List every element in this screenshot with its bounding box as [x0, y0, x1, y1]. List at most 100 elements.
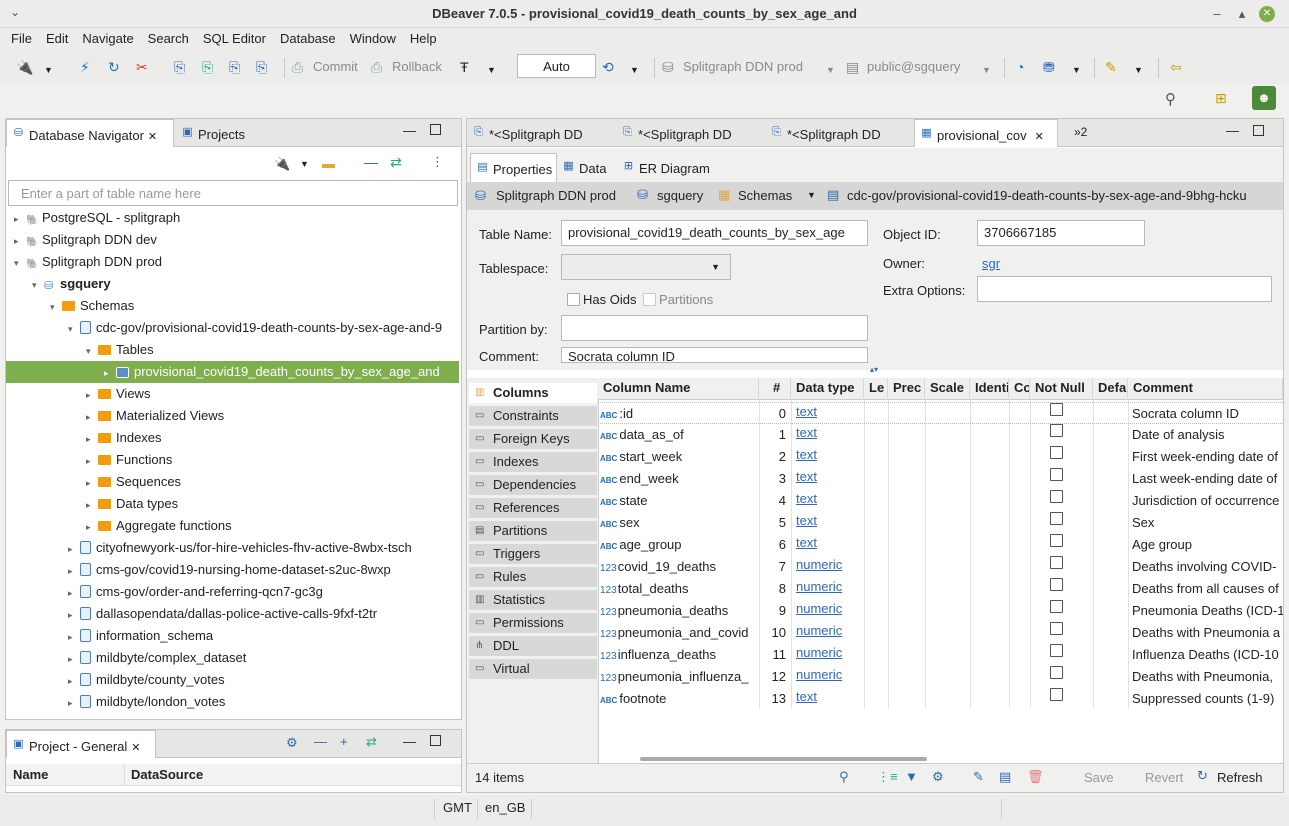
dropdown-icon[interactable]: ▼: [1072, 62, 1081, 78]
table-row[interactable]: 123total_deaths 8 numeric Deaths from all c…: [598, 578, 1283, 600]
tree-item[interactable]: ▸ Data types: [6, 493, 178, 515]
minimize-icon[interactable]: —: [403, 734, 416, 749]
collapsed-arrow-icon[interactable]: ▸: [68, 538, 80, 560]
sidetab-foreign-keys[interactable]: ▭ Foreign Keys: [469, 429, 597, 450]
tree-item[interactable]: ▸ mildbyte/county_votes: [6, 669, 225, 691]
edit-icon[interactable]: ✎: [973, 769, 984, 785]
rollback-icon[interactable]: ⎙: [371, 59, 382, 75]
menu-file[interactable]: File: [11, 28, 32, 46]
comment-field[interactable]: Socrata column ID: [561, 347, 868, 363]
active-schema-select[interactable]: public@sgquery: [867, 59, 960, 74]
menu-edit[interactable]: Edit: [46, 28, 68, 46]
table-row[interactable]: ABC age_group 6 text Age group: [598, 534, 1283, 556]
tree-item[interactable]: ▸ Indexes: [6, 427, 162, 449]
collapsed-arrow-icon[interactable]: ▸: [68, 648, 80, 670]
tools-icon[interactable]: ✎: [1105, 59, 1117, 75]
close-icon[interactable]: ✕: [131, 742, 140, 754]
tree-item[interactable]: ▸ cityofnewyork-us/for-hire-vehicles-fhv-…: [6, 537, 412, 559]
tab-database-navigator[interactable]: ⛁ Database Navigator ✕: [6, 119, 174, 147]
collapsed-arrow-icon[interactable]: ▸: [86, 494, 98, 516]
maximize-icon[interactable]: [430, 124, 441, 135]
column-name[interactable]: Name: [13, 767, 48, 782]
column-header[interactable]: Scale: [925, 378, 970, 400]
not-null-checkbox[interactable]: [1050, 403, 1063, 416]
active-connection-select[interactable]: Splitgraph DDN prod: [683, 59, 803, 74]
column-header[interactable]: Co: [1009, 378, 1030, 400]
rollback-button[interactable]: Rollback: [392, 59, 442, 74]
maximize-icon[interactable]: [1253, 125, 1264, 136]
tree-item[interactable]: ▸ dallasopendata/dallas-police-active-cal…: [6, 603, 377, 625]
refresh-icon[interactable]: ↻: [1197, 768, 1208, 784]
filter-icon[interactable]: ▼: [905, 769, 918, 784]
expanded-arrow-icon[interactable]: ▾: [14, 252, 26, 274]
table-row[interactable]: ABC end_week 3 text Last week-ending date of: [598, 468, 1283, 490]
column-header[interactable]: Column Name: [598, 378, 759, 400]
tree-item[interactable]: ▸ Functions: [6, 449, 172, 471]
collapsed-arrow-icon[interactable]: ▸: [86, 384, 98, 406]
tab-projects[interactable]: ▣ Projects: [176, 119, 251, 147]
collapsed-arrow-icon[interactable]: ▸: [86, 472, 98, 494]
partition-by-field[interactable]: [561, 315, 868, 341]
recent-script-icon[interactable]: ⎘: [256, 59, 267, 75]
column-header[interactable]: Data type: [791, 378, 864, 400]
open-perspective-icon[interactable]: ⊞: [1215, 90, 1227, 107]
expanded-arrow-icon[interactable]: ▾: [68, 318, 80, 340]
table-row[interactable]: ABC state 4 text Jurisdiction of occurrence: [598, 490, 1283, 512]
sidetab-columns[interactable]: ▥ Columns: [469, 383, 597, 404]
tree-item[interactable]: ▾ ⛁ sgquery: [6, 273, 111, 295]
table-row[interactable]: 123influenza_deaths 11 numeric Influenza De…: [598, 644, 1283, 666]
data-type-link[interactable]: text: [796, 490, 856, 512]
breadcrumb-schema-path[interactable]: cdc-gov/provisional-covid19-death-counts…: [847, 188, 1247, 203]
dropdown-icon[interactable]: ▼: [487, 62, 496, 78]
column-header[interactable]: Le: [864, 378, 888, 400]
data-type-link[interactable]: text: [796, 534, 856, 556]
data-type-link[interactable]: numeric: [796, 622, 856, 644]
table-row[interactable]: 123pneumonia_influenza_ 12 numeric Deaths w…: [598, 666, 1283, 688]
expand-icon[interactable]: +: [340, 734, 348, 749]
tree-item[interactable]: ▾ Schemas: [6, 295, 134, 317]
not-null-checkbox[interactable]: [1050, 556, 1063, 569]
expanded-arrow-icon[interactable]: ▾: [32, 274, 44, 296]
collapsed-arrow-icon[interactable]: ▸: [68, 692, 80, 714]
view-menu-icon[interactable]: ⋮: [431, 154, 444, 170]
data-type-link[interactable]: numeric: [796, 578, 856, 600]
data-type-link[interactable]: text: [796, 424, 856, 446]
data-type-link[interactable]: text: [796, 688, 856, 710]
collapsed-arrow-icon[interactable]: ▸: [86, 406, 98, 428]
new-connection-icon[interactable]: 🔌: [16, 59, 33, 75]
column-header[interactable]: Identi: [970, 378, 1009, 400]
not-null-checkbox[interactable]: [1050, 622, 1063, 635]
sidetab-triggers[interactable]: ▭ Triggers: [469, 544, 597, 565]
tree-item[interactable]: ▸ cms-gov/covid19-nursing-home-dataset-s2…: [6, 559, 391, 581]
not-null-checkbox[interactable]: [1050, 512, 1063, 525]
breadcrumb-schemas[interactable]: Schemas: [738, 188, 792, 203]
collapse-all-icon[interactable]: —: [364, 154, 378, 170]
collapsed-arrow-icon[interactable]: ▸: [86, 516, 98, 538]
column-header[interactable]: Comment: [1128, 378, 1283, 400]
settings-icon[interactable]: ⚙: [286, 735, 298, 751]
tree-item[interactable]: ▸ Views: [6, 383, 150, 405]
database-tasks-icon[interactable]: ⛃: [1043, 59, 1055, 75]
delete-icon[interactable]: 🗑: [1027, 769, 1044, 785]
column-header[interactable]: #: [759, 378, 791, 400]
tree-item[interactable]: ▸ mildbyte/complex_dataset: [6, 647, 246, 669]
data-type-link[interactable]: numeric: [796, 600, 856, 622]
collapsed-arrow-icon[interactable]: ▸: [68, 626, 80, 648]
back-icon[interactable]: ⇦: [1170, 59, 1182, 75]
subtab-er-diagram[interactable]: ⊞ ER Diagram: [617, 153, 714, 182]
table-row[interactable]: ABC:id 0 text Socrata column ID: [598, 402, 1283, 424]
tablespace-select[interactable]: ▼: [561, 254, 731, 280]
open-sql-icon[interactable]: ⎘: [202, 59, 213, 75]
table-row[interactable]: 123pneumonia_and_covid 10 numeric Deaths wi…: [598, 622, 1283, 644]
tab-project-general[interactable]: ▣ Project - General ✕: [6, 730, 156, 758]
tree-item[interactable]: ▾ Tables: [6, 339, 154, 361]
more-tabs[interactable]: »2: [1074, 125, 1087, 139]
data-type-link[interactable]: text: [796, 468, 856, 490]
editor-tab-3[interactable]: ▦ provisional_cov ✕: [914, 119, 1058, 147]
commit-button[interactable]: Commit: [313, 59, 358, 74]
collapsed-arrow-icon[interactable]: ▸: [68, 670, 80, 692]
breadcrumb-connection[interactable]: Splitgraph DDN prod: [496, 188, 616, 203]
column-datasource[interactable]: DataSource: [131, 767, 203, 782]
data-type-link[interactable]: numeric: [796, 666, 856, 688]
refresh-button[interactable]: Refresh: [1217, 770, 1263, 785]
